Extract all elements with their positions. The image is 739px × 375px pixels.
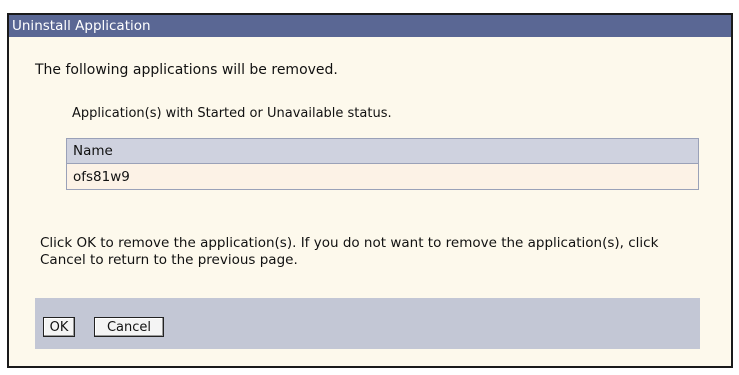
button-bar: OK Cancel: [35, 298, 700, 349]
column-header-name: Name: [66, 138, 699, 164]
cancel-button[interactable]: Cancel: [94, 317, 164, 337]
intro-text: The following applications will be remov…: [35, 62, 338, 78]
instructions-text: Click OK to remove the application(s). I…: [40, 235, 659, 268]
dialog-title: Uninstall Application: [9, 15, 731, 37]
status-note: Application(s) with Started or Unavailab…: [72, 106, 392, 121]
ok-button[interactable]: OK: [43, 317, 75, 337]
uninstall-dialog: Uninstall Application The following appl…: [7, 13, 733, 368]
table-row: ofs81w9: [66, 163, 699, 190]
applications-table: Name ofs81w9: [66, 138, 699, 190]
application-name-cell: ofs81w9: [66, 163, 699, 190]
table-header-row: Name: [66, 138, 699, 164]
